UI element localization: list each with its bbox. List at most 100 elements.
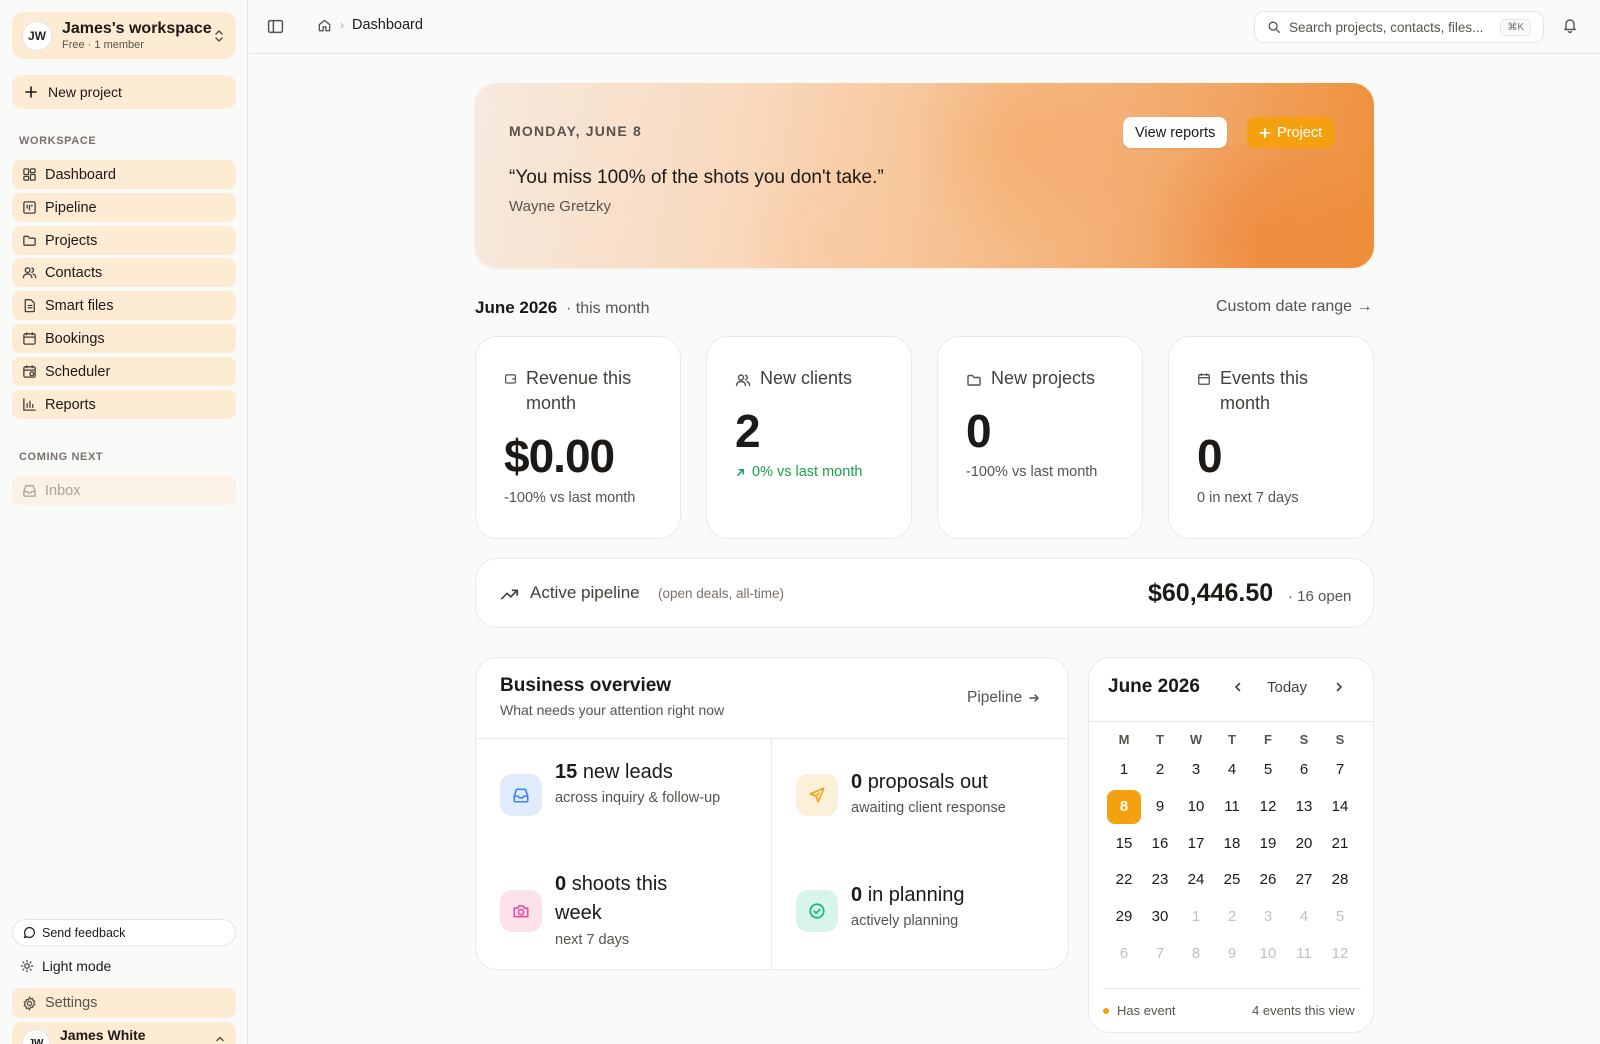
calendar-day[interactable]: 6 <box>1107 937 1141 971</box>
calendar-day[interactable]: 2 <box>1215 900 1249 934</box>
weekday-header: T <box>1228 732 1236 747</box>
shoots-this-week-metric[interactable]: 0 shoots this week <box>555 870 715 928</box>
calendar-day[interactable]: 5 <box>1251 753 1285 787</box>
home-icon[interactable] <box>317 18 332 33</box>
proposals-out-metric[interactable]: 0 proposals out <box>851 768 988 797</box>
calendar-day[interactable]: 24 <box>1179 863 1213 897</box>
stat-card-new-clients: New clients 2 0% vs last month <box>706 336 912 539</box>
sidebar-toggle-icon[interactable] <box>267 18 284 35</box>
calendar-day[interactable]: 18 <box>1215 827 1249 861</box>
chevron-right-icon[interactable] <box>1333 681 1345 693</box>
calendar-day[interactable]: 30 <box>1143 900 1177 934</box>
chevron-left-icon[interactable] <box>1232 681 1244 693</box>
sidebar-item-pipeline[interactable]: Pipeline <box>12 193 236 222</box>
calendar-icon <box>1197 366 1220 386</box>
calendar-widget: June 2026 Today M T W T F S S 1 2 3 4 5 6 7 8 9 10 11 12 13… <box>1088 657 1374 1033</box>
calendar-day[interactable]: 27 <box>1287 863 1321 897</box>
send-feedback-button[interactable]: Send feedback <box>12 919 236 946</box>
hero-date: MONDAY, JUNE 8 <box>509 123 642 139</box>
calendar-day[interactable]: 9 <box>1143 790 1177 824</box>
sidebar-item-dashboard[interactable]: Dashboard <box>12 160 236 189</box>
calendar-day[interactable]: 13 <box>1287 790 1321 824</box>
workspace-switcher[interactable]: JW James's workspace Free · 1 member <box>12 12 236 59</box>
new-leads-detail: across inquiry & follow-up <box>555 790 721 806</box>
calendar-day[interactable]: 17 <box>1179 827 1213 861</box>
pipeline-title: Active pipeline <box>530 583 640 602</box>
active-pipeline-card[interactable]: Active pipeline (open deals, all-time) $… <box>475 558 1374 628</box>
calendar-day[interactable]: 11 <box>1287 937 1321 971</box>
sidebar-item-label: Contacts <box>45 264 103 281</box>
workspace-avatar: JW <box>22 20 52 51</box>
sidebar-item-reports[interactable]: Reports <box>12 390 236 419</box>
calendar-day[interactable]: 1 <box>1179 900 1213 934</box>
stat-change: -100% vs last month <box>966 464 1098 480</box>
period-suffix: · this month <box>565 300 650 317</box>
sidebar-item-label: Projects <box>45 232 98 249</box>
plus-icon <box>1259 127 1277 139</box>
sidebar-item-inbox[interactable]: Inbox <box>12 476 236 505</box>
calendar-day[interactable]: 5 <box>1323 900 1357 934</box>
avatar: JW <box>22 1029 50 1044</box>
calendar-day[interactable]: 3 <box>1179 753 1213 787</box>
calendar-day[interactable]: 14 <box>1323 790 1357 824</box>
calendar-day[interactable]: 6 <box>1287 753 1321 787</box>
calendar-day[interactable]: 9 <box>1215 937 1249 971</box>
users-icon <box>22 265 45 280</box>
calendar-day[interactable]: 4 <box>1215 753 1249 787</box>
sidebar-item-bookings[interactable]: Bookings <box>12 324 236 353</box>
today-button[interactable]: Today <box>1267 679 1307 696</box>
search-input[interactable]: Search projects, contacts, files... ⌘K <box>1254 11 1544 43</box>
calendar-day[interactable]: 20 <box>1287 827 1321 861</box>
pipeline-link[interactable]: Pipeline <box>967 689 1040 707</box>
calendar-day[interactable]: 7 <box>1143 937 1177 971</box>
new-leads-metric[interactable]: 15 new leads <box>555 758 673 787</box>
calendar-day[interactable]: 12 <box>1323 937 1357 971</box>
sidebar-item-settings[interactable]: Settings <box>12 988 236 1018</box>
calendar-day[interactable]: 16 <box>1143 827 1177 861</box>
calendar-day[interactable]: 7 <box>1323 753 1357 787</box>
calendar-day[interactable]: 15 <box>1107 827 1141 861</box>
period-label: June 2026 <box>475 298 558 317</box>
message-icon <box>23 926 42 939</box>
calendar-day[interactable]: 10 <box>1179 790 1213 824</box>
stat-card-revenue: Revenue this month $0.00 -100% vs last m… <box>475 336 681 539</box>
inbox-icon <box>22 483 45 498</box>
sidebar-item-smart-files[interactable]: Smart files <box>12 291 236 320</box>
calendar-day[interactable]: 22 <box>1107 863 1141 897</box>
calendar-day[interactable]: 3 <box>1251 900 1285 934</box>
calendar-day[interactable]: 8 <box>1179 937 1213 971</box>
stat-change: -100% vs last month <box>504 490 636 506</box>
bell-icon[interactable] <box>1562 17 1578 33</box>
new-project-button[interactable]: New project <box>12 75 236 109</box>
user-menu[interactable]: JW James White <box>12 1022 236 1044</box>
calendar-day[interactable]: 26 <box>1251 863 1285 897</box>
in-planning-metric[interactable]: 0 in planning <box>851 881 964 910</box>
add-project-button[interactable]: Project <box>1247 117 1335 148</box>
calendar-day[interactable]: 19 <box>1251 827 1285 861</box>
calendar-day[interactable]: 10 <box>1251 937 1285 971</box>
sidebar-item-projects[interactable]: Projects <box>12 226 236 255</box>
calendar-day[interactable]: 4 <box>1287 900 1321 934</box>
sidebar-item-label: Smart files <box>45 297 114 314</box>
calendar-day[interactable]: 2 <box>1143 753 1177 787</box>
calendar-day[interactable]: 1 <box>1107 753 1141 787</box>
calendar-day[interactable]: 11 <box>1215 790 1249 824</box>
hero-banner: MONDAY, JUNE 8 “You miss 100% of the sho… <box>475 83 1374 268</box>
sidebar-item-scheduler[interactable]: Scheduler <box>12 357 236 386</box>
chevron-up-icon <box>214 1033 226 1044</box>
calendar-day[interactable]: 29 <box>1107 900 1141 934</box>
custom-date-range-link[interactable]: Custom date range → <box>1216 298 1373 316</box>
workspace-plan: Free · 1 member <box>62 38 144 51</box>
chevron-up-down-icon <box>212 29 226 43</box>
calendar-day[interactable]: 28 <box>1323 863 1357 897</box>
sidebar-item-contacts[interactable]: Contacts <box>12 258 236 287</box>
view-reports-button[interactable]: View reports <box>1123 117 1228 148</box>
sidebar-item-label: Scheduler <box>45 363 111 380</box>
calendar-day-selected[interactable]: 8 <box>1107 790 1141 824</box>
light-mode-toggle[interactable]: Light mode <box>20 958 111 974</box>
calendar-day[interactable]: 23 <box>1143 863 1177 897</box>
calendar-day[interactable]: 25 <box>1215 863 1249 897</box>
calendar-day[interactable]: 21 <box>1323 827 1357 861</box>
calendar-event-count: 4 events this view <box>1252 1003 1355 1018</box>
calendar-day[interactable]: 12 <box>1251 790 1285 824</box>
